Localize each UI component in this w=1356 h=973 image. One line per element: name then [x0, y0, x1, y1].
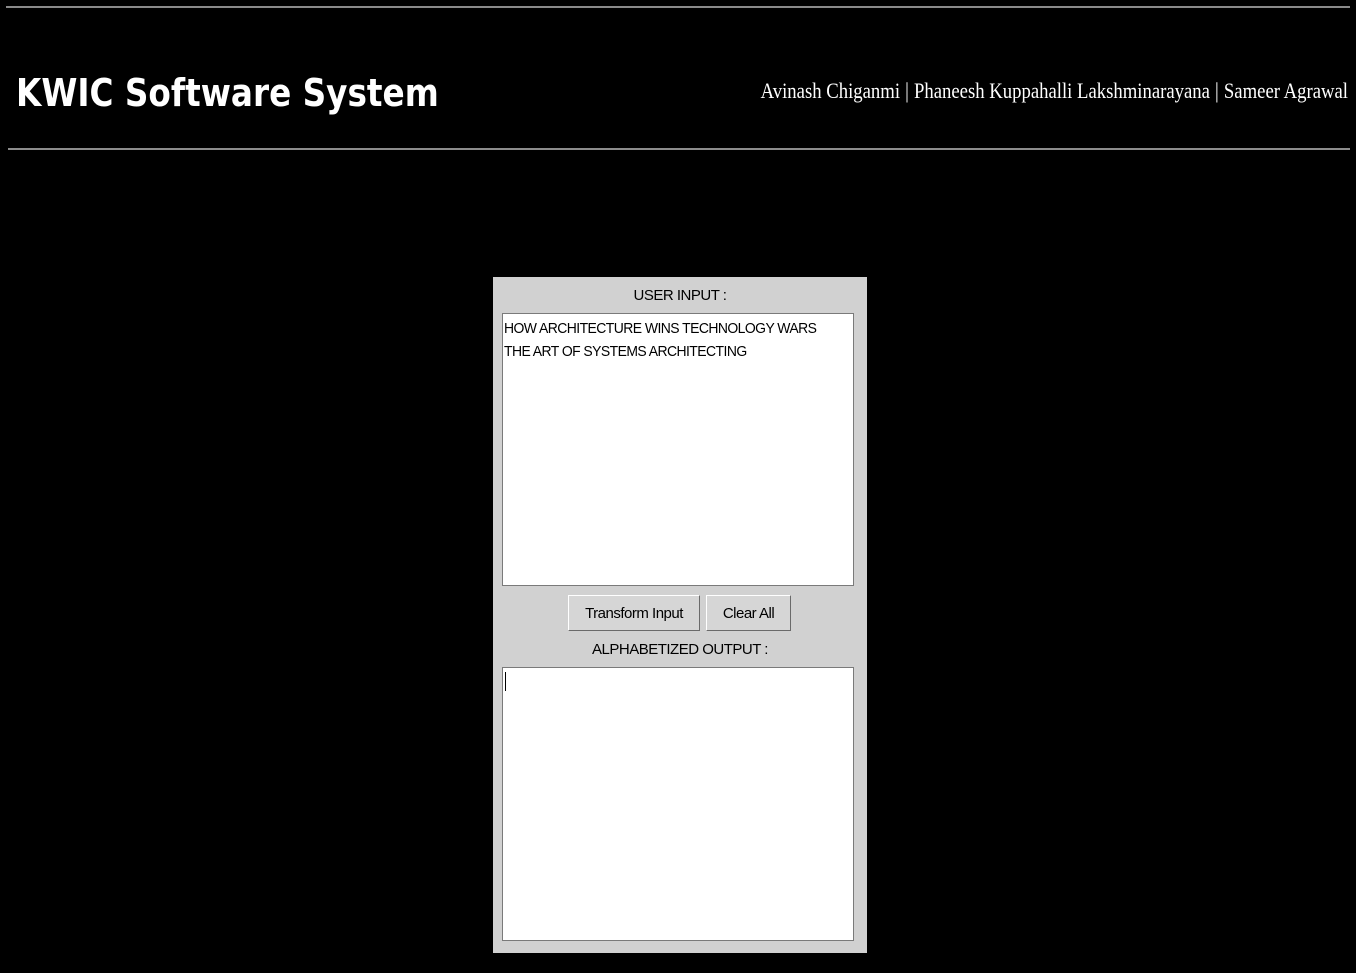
author-name: Sameer Agrawal	[1223, 78, 1348, 103]
author-separator: |	[1215, 78, 1219, 103]
app-title: KWIC Software System	[16, 71, 439, 115]
kwic-panel: USER INPUT : HOW ARCHITECTURE WINS TECHN…	[493, 277, 867, 953]
input-line: THE ART OF SYSTEMS ARCHITECTING	[504, 343, 747, 360]
header-divider	[8, 148, 1350, 150]
author-name: Avinash Chiganmi	[760, 78, 901, 103]
user-input-label: USER INPUT :	[633, 287, 727, 304]
alphabetized-output-label: ALPHABETIZED OUTPUT :	[592, 641, 768, 658]
alphabetized-output-textarea[interactable]	[502, 667, 854, 941]
author-separator: |	[905, 78, 909, 103]
clear-all-button[interactable]: Clear All	[706, 595, 791, 631]
author-name: Phaneesh Kuppahalli Lakshminarayana	[913, 78, 1210, 103]
author-list: Avinash Chiganmi | Phaneesh Kuppahalli L…	[761, 80, 1348, 102]
input-line: HOW ARCHITECTURE WINS TECHNOLOGY WARS	[504, 320, 817, 337]
text-cursor	[505, 672, 506, 691]
transform-input-button[interactable]: Transform Input	[568, 595, 700, 631]
user-input-textarea[interactable]: HOW ARCHITECTURE WINS TECHNOLOGY WARS TH…	[502, 313, 854, 586]
page-header: KWIC Software System Avinash Chiganmi | …	[0, 8, 1356, 148]
